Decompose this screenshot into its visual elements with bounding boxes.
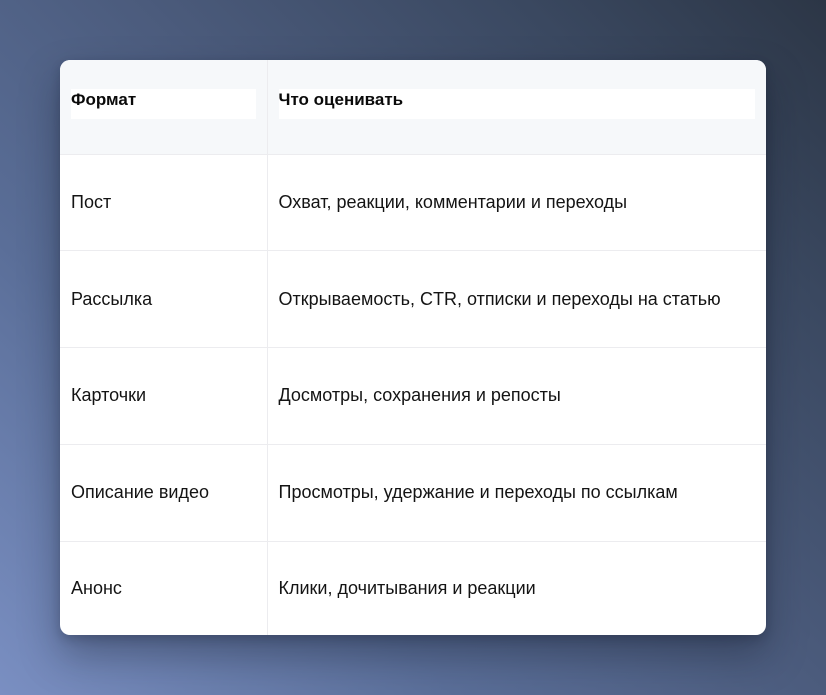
metrics-table: Формат Что оценивать Пост Охват, реакции… [60, 60, 766, 635]
header-metrics: Что оценивать [267, 60, 766, 155]
table-row: Пост Охват, реакции, комментарии и перех… [60, 154, 766, 252]
metrics-cell: Досмотры, сохранения и репосты [267, 347, 766, 445]
metrics-cell: Охват, реакции, комментарии и переходы [267, 154, 766, 252]
metrics-cell: Просмотры, удержание и переходы по ссылк… [267, 444, 766, 542]
table-row: Карточки Досмотры, сохранения и репосты [60, 347, 766, 445]
header-metrics-label: Что оценивать [278, 88, 755, 119]
table-header-row: Формат Что оценивать [60, 60, 766, 155]
comparison-table-card: Формат Что оценивать Пост Охват, реакции… [60, 60, 766, 635]
format-cell: Карточки [60, 347, 268, 445]
metrics-cell: Клики, дочитывания и реакции [278, 577, 536, 598]
format-cell: Описание видео [60, 444, 268, 542]
header-format: Формат [60, 60, 268, 155]
metrics-cell: Открываемость, CTR, отписки и переходы н… [267, 250, 766, 349]
table-row: Описание видео Просмотры, удержание и пе… [60, 444, 766, 542]
format-cell: Пост [60, 154, 268, 252]
table-row: Рассылка Открываемость, CTR, отписки и п… [60, 250, 766, 349]
header-format-label: Формат [71, 88, 256, 119]
format-cell: Анонс [60, 541, 268, 635]
format-cell: Рассылка [60, 250, 268, 349]
table-row: Анонс Клики, дочитывания и реакции [60, 541, 766, 635]
